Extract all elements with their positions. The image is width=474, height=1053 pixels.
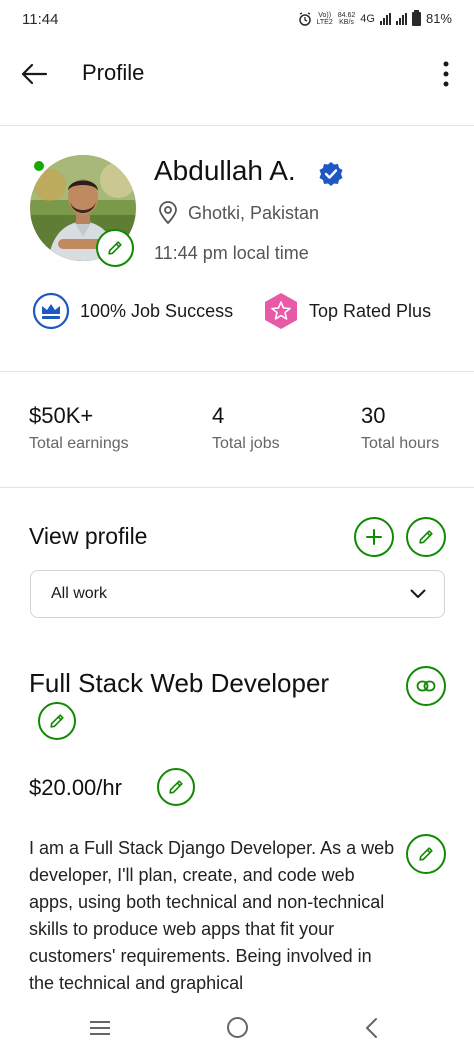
- network-volte: Vo)) LTE2: [316, 11, 333, 26]
- view-profile-title: View profile: [29, 523, 148, 549]
- alarm-icon: [298, 11, 311, 26]
- arrow-left-icon: [21, 63, 48, 85]
- stat-total-hours: 30 Total hours: [361, 403, 439, 453]
- pencil-icon: [419, 847, 433, 861]
- work-filter-value: All work: [51, 585, 108, 602]
- crown-icon: [32, 292, 70, 330]
- back-button[interactable]: [18, 58, 50, 90]
- home-icon[interactable]: [227, 1017, 248, 1038]
- profile-overview: I am a Full Stack Django Developer. As a…: [29, 838, 395, 993]
- stat-value: 30: [361, 403, 386, 428]
- top-rated-badge: Top Rated Plus: [263, 292, 431, 330]
- pencil-icon: [169, 780, 183, 794]
- edit-rate-button[interactable]: [157, 768, 195, 806]
- pencil-icon: [419, 530, 433, 544]
- profile-location: Ghotki, Pakistan: [188, 203, 320, 223]
- nav-back-icon[interactable]: [364, 1017, 378, 1039]
- signal-2-icon: [395, 12, 407, 25]
- stat-value: 4: [212, 403, 225, 428]
- edit-title-button[interactable]: [38, 702, 76, 740]
- more-options-button[interactable]: [436, 58, 456, 90]
- stat-total-jobs: 4 Total jobs: [212, 403, 280, 453]
- profile-local-time: 11:44 pm local time: [154, 243, 309, 263]
- star-badge-icon: [265, 293, 297, 329]
- top-rated-label: Top Rated Plus: [309, 300, 432, 321]
- add-specialized-profile-button[interactable]: [354, 517, 394, 557]
- plus-icon: [366, 529, 382, 545]
- edit-profiles-button[interactable]: [406, 517, 446, 557]
- network-speed: 84.62 KB/s: [337, 11, 356, 26]
- more-vertical-icon: [443, 61, 449, 87]
- edit-overview-button[interactable]: [406, 834, 446, 874]
- battery-level: 81%: [425, 11, 452, 26]
- work-filter-dropdown[interactable]: All work: [30, 570, 445, 618]
- edit-photo-button[interactable]: [96, 229, 134, 267]
- job-success-badge: 100% Job Success: [32, 292, 233, 330]
- link-icon: [416, 680, 436, 692]
- location-pin-icon: [159, 201, 177, 225]
- profile-name: Abdullah A.: [154, 155, 296, 186]
- job-title: Full Stack Web Developer: [29, 668, 330, 698]
- chevron-down-icon: [410, 589, 426, 598]
- stat-label: Total hours: [361, 435, 440, 452]
- app-bar: Profile: [0, 48, 474, 100]
- avatar-container: [30, 155, 136, 267]
- status-icons: Vo)) LTE2 84.62 KB/s 4G 81%: [298, 9, 452, 26]
- status-bar: 11:44 Vo)) LTE2 84.62 KB/s 4G 81%: [0, 0, 474, 40]
- stat-label: Total jobs: [212, 435, 280, 452]
- hourly-rate: $20.00/hr: [29, 775, 122, 800]
- divider: [0, 125, 474, 126]
- stat-label: Total earnings: [29, 435, 129, 452]
- status-time: 11:44: [22, 11, 59, 28]
- network-type: 4G: [360, 12, 375, 25]
- divider: [0, 487, 474, 488]
- recents-icon[interactable]: [89, 1020, 111, 1036]
- battery-icon: [411, 9, 421, 26]
- stat-value: $50K+: [29, 403, 94, 428]
- page-title: Profile: [82, 60, 145, 85]
- signal-1-icon: [379, 12, 391, 25]
- system-nav-bar: [0, 1003, 474, 1053]
- stat-total-earnings: $50K+ Total earnings: [29, 403, 129, 453]
- share-link-button[interactable]: [406, 666, 446, 706]
- online-status-indicator: [32, 159, 46, 173]
- pencil-icon: [50, 714, 64, 728]
- pencil-icon: [108, 241, 122, 255]
- job-success-label: 100% Job Success: [80, 300, 234, 321]
- verified-badge-icon: [319, 162, 343, 186]
- divider: [0, 371, 474, 372]
